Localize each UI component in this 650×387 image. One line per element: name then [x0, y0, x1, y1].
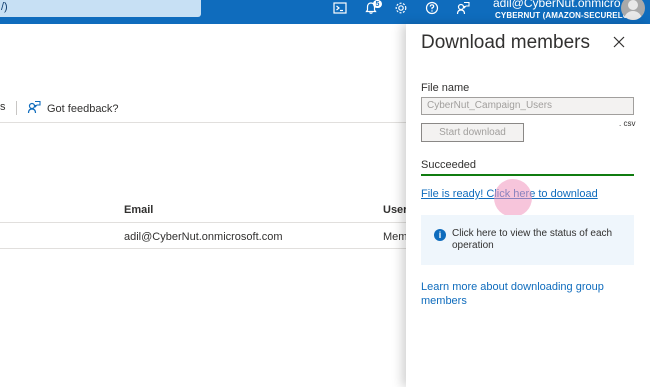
help-icon[interactable]	[423, 0, 441, 16]
feedback-label: Got feedback?	[47, 102, 119, 115]
gear-icon[interactable]	[392, 0, 410, 16]
info-text: Click here to view the status of each op…	[452, 228, 613, 251]
file-name-field[interactable]: CyberNut_Campaign_Users	[421, 97, 634, 115]
column-header-email[interactable]: Email	[124, 204, 153, 216]
command-bar-divider	[0, 122, 406, 123]
table-header-divider	[0, 222, 406, 223]
info-message-bar[interactable]: i Click here to view the status of each …	[421, 215, 634, 265]
info-icon: i	[434, 229, 446, 241]
command-partial-label[interactable]: s	[0, 101, 6, 113]
command-separator	[16, 101, 17, 115]
notification-badge: 5	[373, 0, 382, 8]
progress-bar	[421, 174, 634, 176]
avatar[interactable]	[621, 0, 645, 20]
got-feedback-button[interactable]: Got feedback?	[27, 100, 119, 117]
table-row-divider	[0, 248, 406, 249]
panel-title: Download members	[421, 32, 590, 53]
start-download-button[interactable]: Start download	[421, 123, 524, 142]
account-tenant[interactable]: CYBERNUT (AMAZON-SECURELO...	[495, 11, 636, 20]
feedback-person-icon	[27, 100, 41, 117]
column-header-user[interactable]: User	[383, 204, 407, 216]
search-input[interactable]: /)	[0, 0, 201, 17]
cell-email: adil@CyberNut.onmicrosoft.com	[124, 231, 283, 243]
top-bar: /) 5 adil@CyberNut.onmicro... CYBERNUT (…	[0, 0, 650, 24]
file-name-label: File name	[421, 82, 470, 94]
download-members-panel: Download members File name CyberNut_Camp…	[406, 24, 650, 387]
feedback-icon[interactable]	[454, 0, 472, 16]
status-text: Succeeded	[421, 159, 477, 171]
file-extension: . csv	[619, 119, 636, 128]
cell-user-type: Mem	[383, 231, 408, 243]
close-icon[interactable]	[613, 35, 629, 51]
learn-more-link[interactable]: Learn more about downloading group membe…	[421, 280, 611, 308]
search-text: /)	[1, 1, 8, 13]
account-name[interactable]: adil@CyberNut.onmicro...	[493, 0, 631, 10]
cloud-shell-icon[interactable]	[331, 0, 349, 16]
click-indicator	[494, 179, 532, 217]
